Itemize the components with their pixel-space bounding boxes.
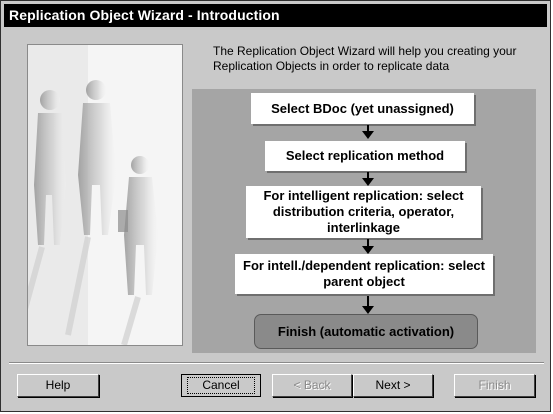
- step-intelligent-replication: For intelligent replication: select dist…: [246, 186, 481, 238]
- window-title: Replication Object Wizard - Introduction: [4, 4, 547, 27]
- wizard-window: Replication Object Wizard - Introduction: [0, 0, 551, 412]
- step-select-parent-object: For intell./dependent replication: selec…: [235, 254, 493, 294]
- process-flow-diagram: Select BDoc (yet unassigned) Select repl…: [192, 89, 536, 353]
- cancel-button-label: Cancel: [187, 377, 255, 394]
- arrow-down-icon: [362, 125, 374, 139]
- arrow-down-icon: [362, 239, 374, 254]
- next-button[interactable]: Next >: [353, 374, 433, 397]
- intro-text: The Replication Object Wizard will help …: [213, 44, 517, 73]
- wizard-side-image: [27, 44, 183, 346]
- back-button[interactable]: < Back: [272, 374, 352, 397]
- finish-button[interactable]: Finish: [454, 374, 535, 397]
- arrow-down-icon: [362, 172, 374, 186]
- step-select-replication-method: Select replication method: [265, 141, 465, 171]
- arrow-down-icon: [362, 296, 374, 314]
- help-button[interactable]: Help: [17, 374, 99, 397]
- step-select-bdoc: Select BDoc (yet unassigned): [251, 93, 474, 124]
- button-separator: [9, 362, 544, 364]
- cancel-button[interactable]: Cancel: [181, 374, 261, 397]
- step-finish: Finish (automatic activation): [254, 314, 478, 349]
